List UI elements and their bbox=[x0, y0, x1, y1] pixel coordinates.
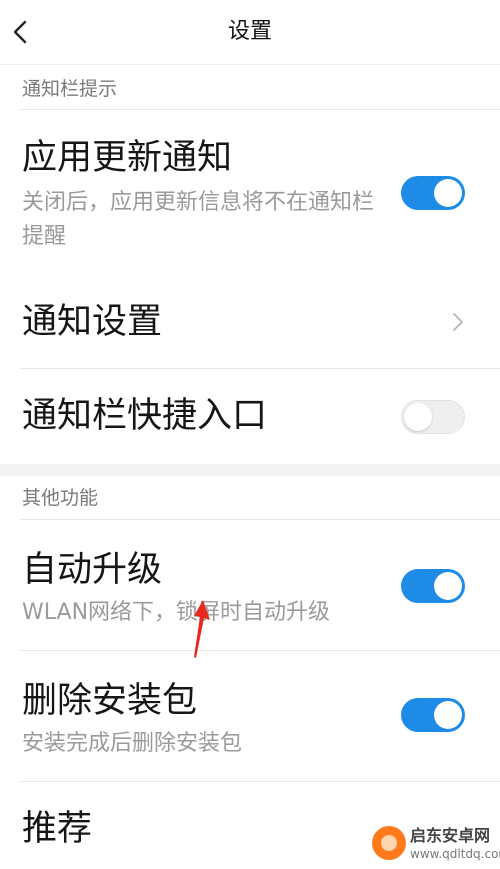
watermark-url: www.qdltdq.com bbox=[410, 847, 500, 861]
notification-shortcut-toggle[interactable] bbox=[401, 400, 465, 434]
section-header-notification-bar: 通知栏提示 bbox=[22, 78, 118, 100]
section-separator bbox=[0, 464, 500, 476]
setting-subtitle: 安装完成后删除安装包 bbox=[22, 731, 243, 756]
setting-title: 自动升级 bbox=[22, 550, 163, 590]
toggle-knob bbox=[434, 572, 462, 600]
toggle-knob bbox=[404, 403, 432, 431]
toggle-knob bbox=[434, 179, 462, 207]
section-header-other-features: 其他功能 bbox=[22, 487, 99, 509]
delete-package-toggle[interactable] bbox=[401, 698, 465, 732]
page-title: 设置 bbox=[227, 19, 272, 44]
watermark-name: 启东安卓网 bbox=[410, 826, 491, 845]
title-bar: 设置 bbox=[0, 0, 500, 65]
setting-title: 推荐 bbox=[22, 809, 93, 849]
annotation-arrow-icon bbox=[194, 600, 210, 658]
setting-row-auto-upgrade[interactable]: 自动升级 WLAN网络下，锁屏时自动升级 bbox=[0, 520, 500, 650]
auto-upgrade-toggle[interactable] bbox=[401, 569, 465, 603]
app-update-notification-toggle[interactable] bbox=[401, 176, 465, 210]
watermark: 启东安卓网 www.qdltdq.com bbox=[370, 822, 500, 869]
setting-row-notification-settings[interactable]: 通知设置 bbox=[0, 268, 500, 368]
setting-subtitle: 关闭后，应用更新信息将不在通知栏提醒 bbox=[22, 190, 375, 249]
watermark-logo-icon bbox=[372, 826, 406, 860]
setting-title: 删除安装包 bbox=[22, 681, 198, 721]
setting-row-app-update-notification[interactable]: 应用更新通知 关闭后，应用更新信息将不在通知栏提醒 bbox=[0, 110, 500, 268]
setting-row-notification-shortcut[interactable]: 通知栏快捷入口 bbox=[0, 369, 500, 464]
setting-row-delete-package[interactable]: 删除安装包 安装完成后删除安装包 bbox=[0, 651, 500, 781]
setting-title: 通知栏快捷入口 bbox=[22, 396, 268, 436]
toggle-knob bbox=[434, 701, 462, 729]
setting-title: 通知设置 bbox=[22, 302, 163, 342]
chevron-right-icon bbox=[453, 313, 463, 331]
setting-title: 应用更新通知 bbox=[22, 138, 233, 178]
